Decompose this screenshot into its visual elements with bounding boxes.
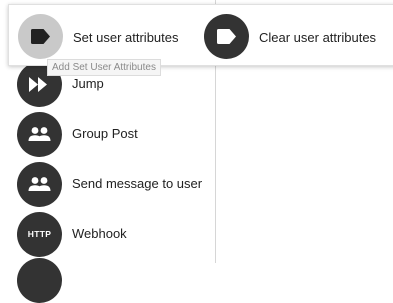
http-icon: HTTP (17, 212, 62, 257)
tag-icon (204, 14, 249, 59)
action-item-group-post[interactable]: Group Post (0, 110, 216, 160)
user-attributes-submenu: Set user attributes Clear user attribute… (8, 4, 393, 66)
action-item-label: Webhook (72, 226, 127, 241)
app-window: Jump Group Post Send message to user HTT… (0, 0, 393, 303)
group-icon (17, 112, 62, 157)
clear-user-attributes-label: Clear user attributes (259, 30, 377, 45)
set-user-attributes-label: Set user attributes (73, 30, 179, 45)
action-item-webhook[interactable]: HTTP Webhook (0, 210, 216, 260)
http-icon-text: HTTP (27, 229, 52, 239)
action-item-label: Send message to user (72, 176, 203, 191)
group-icon (17, 162, 62, 207)
action-item-label: Jump (72, 76, 104, 91)
next-action-icon[interactable] (17, 258, 62, 303)
tooltip: Add Set User Attributes (47, 59, 161, 76)
tag-icon (18, 14, 63, 59)
action-item-send-message[interactable]: Send message to user (0, 160, 216, 210)
action-item-label: Group Post (72, 126, 138, 141)
